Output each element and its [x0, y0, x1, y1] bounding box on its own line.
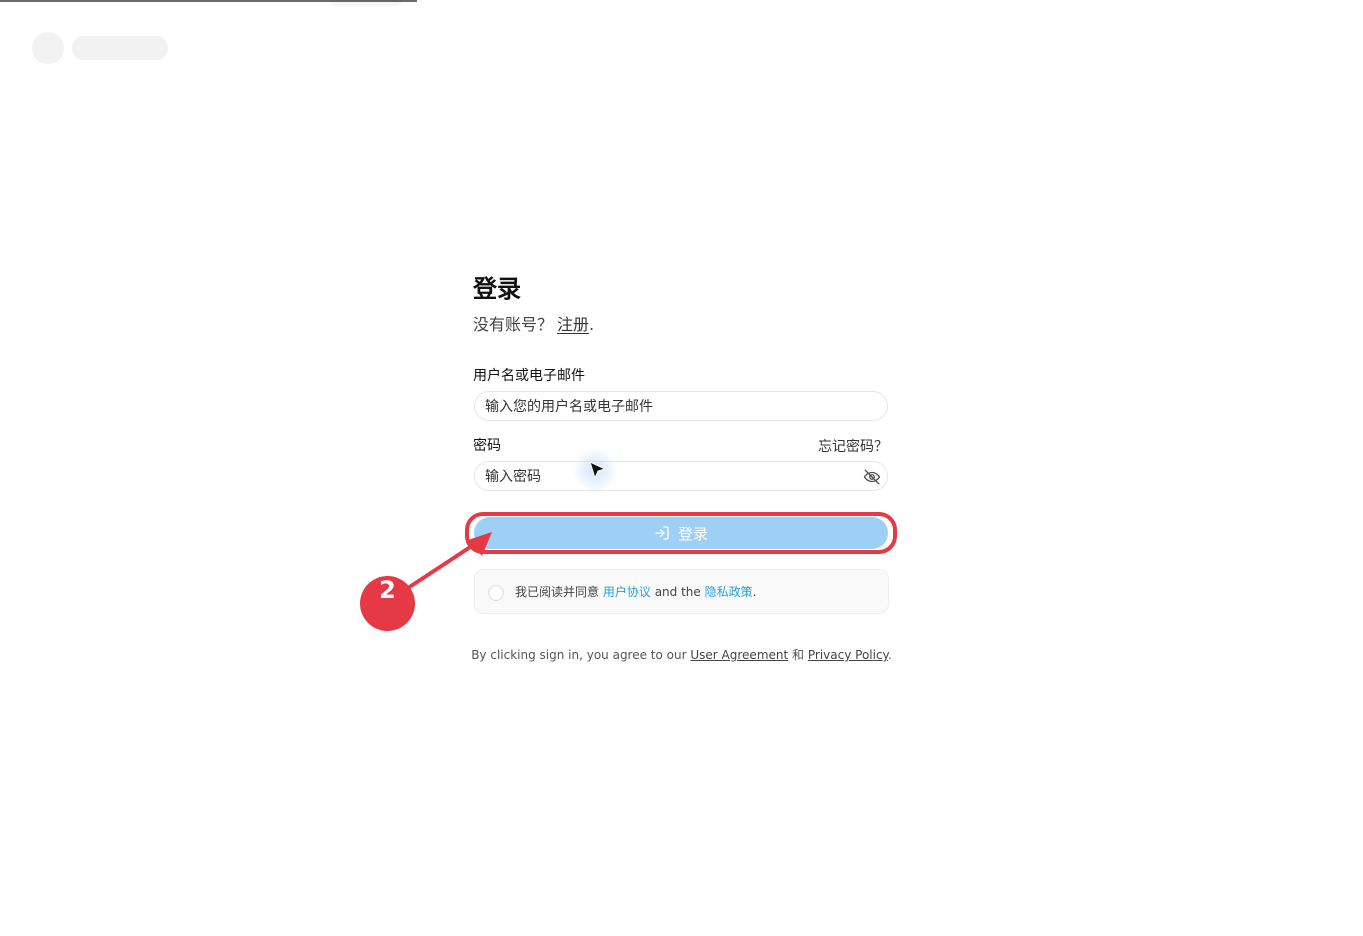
footer-user-agreement-link[interactable]: User Agreement [690, 648, 788, 662]
logo-text-placeholder [72, 36, 168, 60]
page-title: 登录 [473, 275, 521, 303]
no-account-text: 没有账号？ [473, 315, 554, 334]
agreement-text: 我已阅读并同意 用户协议 and the 隐私政策. [515, 583, 756, 601]
password-placeholder: 输入密码 [485, 469, 541, 485]
agreement-and-text: and the [654, 585, 701, 599]
forgot-password-link[interactable]: 忘记密码？ [818, 437, 888, 457]
password-input[interactable]: 输入密码 [474, 461, 888, 491]
mouse-cursor-icon [589, 461, 607, 480]
logo-placeholder [32, 32, 64, 64]
username-placeholder: 输入您的用户名或电子邮件 [485, 399, 653, 415]
footer-terms: By clicking sign in, you agree to our Us… [0, 646, 1363, 664]
footer-and-text: 和 [792, 648, 805, 662]
eye-off-icon[interactable] [863, 468, 881, 486]
username-input[interactable]: 输入您的用户名或电子邮件 [474, 391, 888, 421]
agreement-prefix: 我已阅读并同意 [515, 585, 600, 599]
footer-suffix: . [887, 648, 892, 662]
register-punct: . [589, 315, 595, 334]
sign-in-icon [655, 526, 669, 540]
agreement-suffix: . [752, 585, 757, 599]
agreement-privacy-link[interactable]: 隐私政策 [705, 585, 753, 599]
register-link[interactable]: 注册 [557, 315, 589, 334]
login-button[interactable]: 登录 [474, 517, 888, 549]
top-glow [330, 0, 402, 6]
register-prompt: 没有账号？ 注册. [473, 314, 594, 336]
footer-privacy-link[interactable]: Privacy Policy [808, 648, 888, 662]
password-label: 密码 [473, 438, 501, 454]
username-label: 用户名或电子邮件 [473, 368, 585, 384]
agreement-box: 我已阅读并同意 用户协议 and the 隐私政策. [474, 569, 889, 614]
login-button-label: 登录 [677, 524, 708, 543]
footer-prefix: By clicking sign in, you agree to our [471, 648, 687, 662]
annotation-step-badge: 2 [360, 576, 415, 631]
agreement-user-agreement-link[interactable]: 用户协议 [603, 585, 651, 599]
